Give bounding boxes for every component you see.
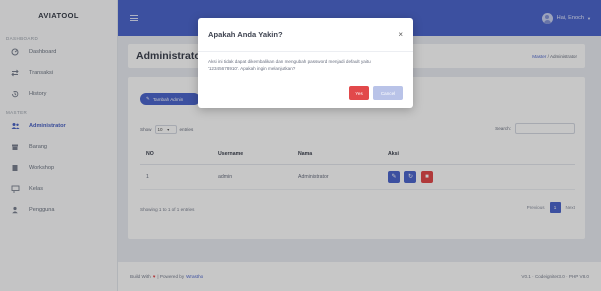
confirm-dialog: Apakah Anda Yakin? × Aksi ini tidak dapa… (198, 18, 413, 108)
dialog-message: Aksi ini tidak dapat dikembalikan dan me… (208, 59, 371, 71)
cancel-button[interactable]: Cancel (373, 86, 403, 100)
dialog-title: Apakah Anda Yakin? (208, 30, 283, 39)
dialog-actions: Yes Cancel (349, 86, 403, 100)
dialog-header: Apakah Anda Yakin? × (198, 18, 413, 52)
close-icon[interactable]: × (398, 30, 403, 39)
confirm-yes-button[interactable]: Yes (349, 86, 369, 100)
